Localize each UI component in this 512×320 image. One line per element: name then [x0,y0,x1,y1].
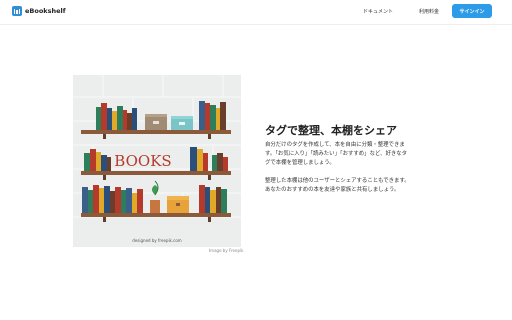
top-shelf [81,130,231,134]
description-paragraph-1: 自分だけのタグを作成して、本を自由に分類・整理できま す。「お気に入り」「読みた… [265,141,407,168]
books-sign-text: BOOKS [114,152,171,170]
signin-button[interactable]: サインイン [452,4,492,18]
description-paragraph-2: 整理した本棚は他のユーザーとシェアすることもできます。 あなたのおすすめの本を友… [265,177,410,195]
nav-docs-link[interactable]: ドキュメント [363,8,393,15]
nav-pricing-link[interactable]: 利用料金 [419,8,439,15]
paragraph-line: あなたのおすすめの本を友達や家族と共有しましょう。 [265,187,400,193]
top-header: eBookshelf ドキュメント 利用料金 サインイン [0,0,512,25]
bookshelf-illustration: BOOKS designed by freepik.com [73,75,241,247]
paragraph-line: グで本棚を管理しましょう。 [265,160,335,166]
designed-by-credit: designed by freepik.com [132,238,181,243]
middle-shelf [81,171,231,175]
brand-logo[interactable]: eBookshelf [12,6,66,16]
image-credit: Image by Freepik [209,248,244,253]
brand-name: eBookshelf [25,7,66,15]
paragraph-line: 自分だけのタグを作成して、本を自由に分類・整理できま [265,142,405,148]
top-shelf-books [96,101,226,130]
bookshelf-svg: BOOKS designed by freepik.com [73,75,241,243]
bookshelf-logo-icon [12,6,22,16]
paragraph-line: 整理した本棚は他のユーザーとシェアすることもできます。 [265,178,410,184]
bottom-shelf [81,213,231,217]
paragraph-line: す。「お気に入り」「読みたい」「おすすめ」など、好きなタ [265,151,408,157]
page-title: タグで整理、本棚をシェア [265,124,397,137]
bottom-shelf-books [82,180,227,213]
